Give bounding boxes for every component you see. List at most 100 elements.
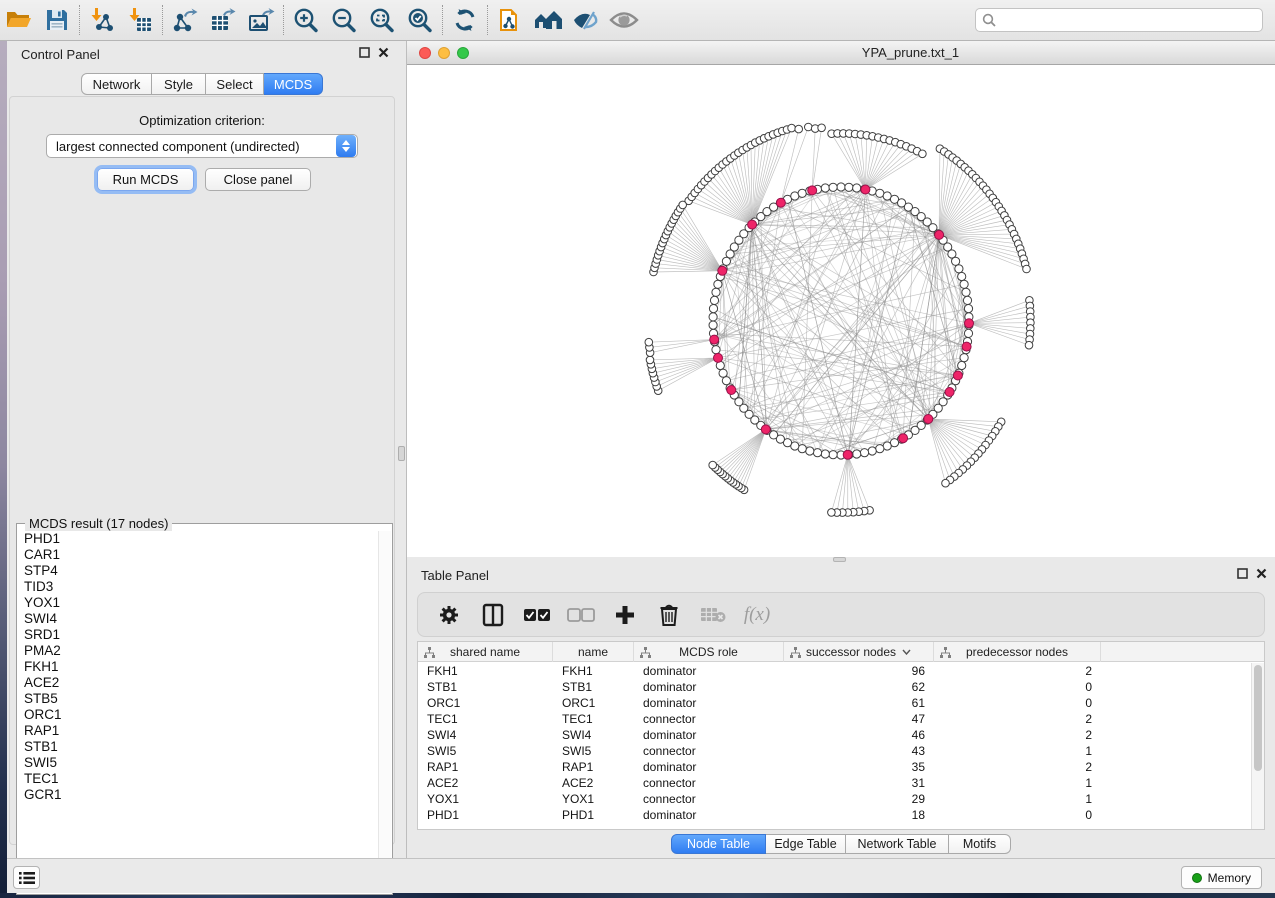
network-leaf-node[interactable]: [805, 123, 813, 131]
export-table-button[interactable]: [204, 3, 242, 37]
vertical-splitter[interactable]: [397, 41, 407, 858]
open-session-button[interactable]: [0, 3, 38, 37]
splitter-handle[interactable]: [398, 446, 405, 461]
optimization-criterion-select[interactable]: largest connected component (undirected): [46, 134, 358, 158]
mcds-result-item[interactable]: STB1: [24, 739, 377, 755]
table-row-SWI4[interactable]: SWI4SWI4dominator462: [418, 727, 1250, 743]
mcds-result-item[interactable]: ACE2: [24, 675, 377, 691]
network-node[interactable]: [837, 183, 845, 191]
network-leaf-node[interactable]: [818, 124, 826, 132]
network-node[interactable]: [963, 296, 971, 304]
column-header-MCDS-role[interactable]: MCDS role: [634, 642, 784, 662]
network-node[interactable]: [821, 184, 829, 192]
mcds-result-list[interactable]: PHD1CAR1STP4TID3YOX1SWI4SRD1PMA2FKH1ACE2…: [18, 531, 377, 893]
mcds-result-item[interactable]: STP4: [24, 563, 377, 579]
table-row-PHD1[interactable]: PHD1PHD1dominator180: [418, 807, 1250, 823]
network-node[interactable]: [710, 296, 718, 304]
network-node[interactable]: [798, 189, 806, 197]
network-leaf-node[interactable]: [709, 461, 717, 469]
network-node[interactable]: [853, 450, 861, 458]
mcds-node[interactable]: [718, 266, 727, 275]
mcds-node[interactable]: [714, 353, 723, 362]
mcds-node[interactable]: [861, 185, 870, 194]
task-history-button[interactable]: [13, 866, 40, 889]
mcds-node[interactable]: [953, 371, 962, 380]
mcds-result-item[interactable]: PMA2: [24, 643, 377, 659]
network-window-titlebar[interactable]: YPA_prune.txt_1: [407, 41, 1275, 65]
table-row-ORC1[interactable]: ORC1ORC1dominator610: [418, 695, 1250, 711]
network-node[interactable]: [853, 184, 861, 192]
search-box[interactable]: [975, 8, 1263, 32]
delete-table-button[interactable]: [698, 599, 728, 631]
network-node[interactable]: [709, 313, 717, 321]
table-body[interactable]: FKH1FKH1dominator962STB1STB1dominator620…: [418, 663, 1250, 829]
tab-style[interactable]: Style: [152, 73, 206, 95]
tab-select[interactable]: Select: [206, 73, 264, 95]
mcds-result-item[interactable]: FKH1: [24, 659, 377, 675]
mcds-result-item[interactable]: PHD1: [24, 531, 377, 547]
network-node[interactable]: [829, 451, 837, 459]
mcds-node[interactable]: [945, 388, 954, 397]
network-node[interactable]: [955, 265, 963, 273]
select-all-button[interactable]: [522, 599, 552, 631]
mcds-result-scrollbar[interactable]: [378, 531, 391, 893]
mcds-node[interactable]: [776, 198, 785, 207]
network-leaf-node[interactable]: [1025, 341, 1033, 349]
window-close-button[interactable]: [419, 47, 431, 59]
network-leaf-node[interactable]: [942, 479, 950, 487]
network-node[interactable]: [722, 377, 730, 385]
mcds-node[interactable]: [761, 425, 770, 434]
memory-button[interactable]: Memory: [1181, 866, 1262, 889]
table-row-TEC1[interactable]: TEC1TEC1connector472: [418, 711, 1250, 727]
mcds-result-item[interactable]: GCR1: [24, 787, 377, 803]
network-leaf-node[interactable]: [788, 124, 796, 132]
window-maximize-button[interactable]: [457, 47, 469, 59]
tab-network[interactable]: Network: [81, 73, 152, 95]
mcds-result-item[interactable]: SWI5: [24, 755, 377, 771]
network-node[interactable]: [813, 449, 821, 457]
function-builder-button[interactable]: f(x): [742, 599, 772, 631]
table-row-STB1[interactable]: STB1STB1dominator620: [418, 679, 1250, 695]
network-node[interactable]: [960, 354, 968, 362]
network-node[interactable]: [960, 280, 968, 288]
network-leaf-node[interactable]: [828, 509, 836, 517]
network-node[interactable]: [860, 449, 868, 457]
mcds-node[interactable]: [748, 220, 757, 229]
mcds-node[interactable]: [935, 230, 944, 239]
network-node[interactable]: [962, 288, 970, 296]
delete-columns-button[interactable]: [654, 599, 684, 631]
network-node[interactable]: [958, 272, 966, 280]
network-leaf-node[interactable]: [645, 338, 653, 346]
mcds-node[interactable]: [962, 342, 971, 351]
show-columns-button[interactable]: [478, 599, 508, 631]
network-node[interactable]: [821, 450, 829, 458]
network-leaf-node[interactable]: [795, 125, 803, 133]
tab-motifs[interactable]: Motifs: [949, 834, 1011, 854]
network-node[interactable]: [868, 447, 876, 455]
scrollbar-thumb[interactable]: [1254, 665, 1262, 771]
mcds-node[interactable]: [965, 319, 974, 328]
tab-mcds[interactable]: MCDS: [264, 73, 323, 95]
create-column-button[interactable]: [610, 599, 640, 631]
column-header-successor-nodes[interactable]: successor nodes: [784, 642, 934, 662]
network-node[interactable]: [709, 321, 717, 329]
table-row-YOX1[interactable]: YOX1YOX1connector291: [418, 791, 1250, 807]
mcds-result-item[interactable]: SWI4: [24, 611, 377, 627]
toggle-graphics-details-button[interactable]: [567, 3, 605, 37]
deselect-all-button[interactable]: [566, 599, 596, 631]
network-canvas[interactable]: [407, 65, 1275, 557]
float-window-icon[interactable]: [1237, 568, 1248, 579]
table-scrollbar[interactable]: [1251, 663, 1264, 829]
search-input[interactable]: [1001, 13, 1256, 27]
column-header-name[interactable]: name: [553, 642, 634, 662]
float-window-icon[interactable]: [359, 47, 370, 58]
tab-edge-table[interactable]: Edge Table: [766, 834, 846, 854]
mcds-node[interactable]: [727, 386, 736, 395]
import-network-button[interactable]: [83, 3, 121, 37]
mcds-node[interactable]: [924, 415, 933, 424]
network-node[interactable]: [964, 305, 972, 313]
window-minimize-button[interactable]: [438, 47, 450, 59]
network-node[interactable]: [719, 369, 727, 377]
export-image-button[interactable]: [242, 3, 280, 37]
zoom-in-button[interactable]: [287, 3, 325, 37]
